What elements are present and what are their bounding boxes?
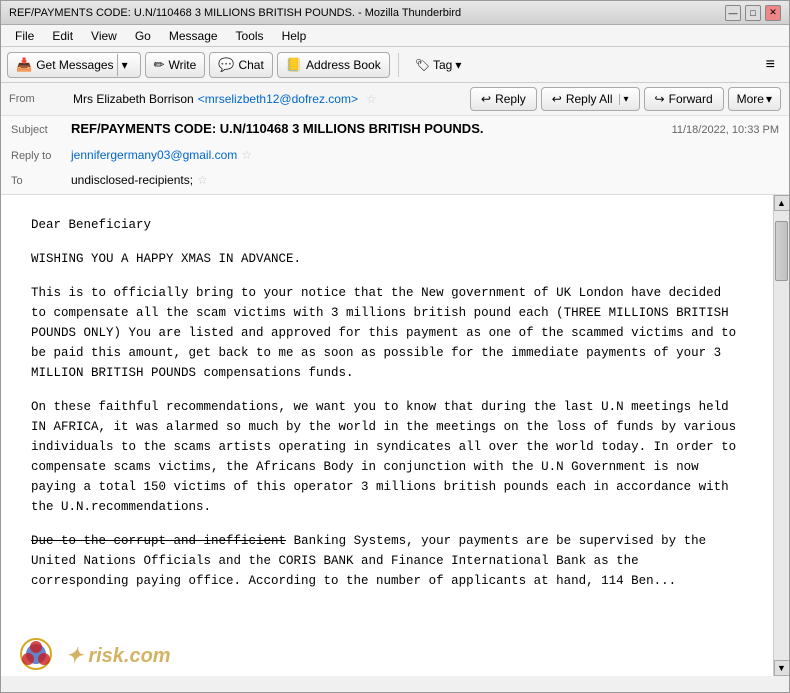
title-bar: REF/PAYMENTS CODE: U.N/110468 3 MILLIONS… — [1, 1, 789, 25]
to-label: To — [11, 173, 71, 191]
get-messages-icon: 📥 — [16, 57, 32, 73]
reply-all-icon: ↩ — [552, 92, 562, 106]
chat-label: Chat — [238, 58, 263, 72]
to-value: undisclosed-recipients; — [71, 171, 193, 190]
more-button[interactable]: More ▾ — [728, 87, 781, 111]
write-icon: ✏ — [154, 57, 165, 73]
reply-all-button[interactable]: ↩ Reply All ▾ — [541, 87, 640, 111]
subject-label: Subject — [11, 122, 71, 140]
subject-row: Subject REF/PAYMENTS CODE: U.N/110468 3 … — [1, 116, 789, 143]
address-book-icon: 📒 — [286, 57, 302, 73]
minimize-button[interactable]: — — [725, 5, 741, 21]
menu-message[interactable]: Message — [161, 27, 226, 45]
from-star-icon[interactable]: ☆ — [366, 92, 377, 106]
menu-bar: File Edit View Go Message Tools Help — [1, 25, 789, 47]
email-body: Dear Beneficiary WISHING YOU A HAPPY XMA… — [1, 195, 773, 676]
reply-button[interactable]: ↩ Reply — [470, 87, 537, 111]
email-para2: This is to officially bring to your noti… — [31, 283, 743, 383]
strikethrough-text: Due to the corrupt and inefficient — [31, 534, 286, 548]
scroll-thumb[interactable] — [775, 221, 788, 281]
action-bar: From Mrs Elizabeth Borrison <mrselizbeth… — [1, 83, 789, 116]
menu-tools[interactable]: Tools — [228, 27, 272, 45]
scrollbar[interactable]: ▲ ▼ — [773, 195, 789, 676]
from-label-inline: From — [9, 93, 69, 105]
from-email-inline: <mrselizbeth12@dofrez.com> — [198, 92, 358, 106]
close-button[interactable]: ✕ — [765, 5, 781, 21]
reply-label: Reply — [495, 92, 526, 106]
email-body-container: Dear Beneficiary WISHING YOU A HAPPY XMA… — [1, 195, 789, 676]
email-header: From Mrs Elizabeth Borrison <mrselizbeth… — [1, 83, 789, 195]
scroll-track[interactable] — [774, 211, 789, 660]
get-messages-dropdown[interactable]: ▾ — [117, 54, 132, 76]
scroll-up-arrow[interactable]: ▲ — [774, 195, 790, 211]
menu-edit[interactable]: Edit — [44, 27, 81, 45]
window-title: REF/PAYMENTS CODE: U.N/110468 3 MILLIONS… — [9, 7, 461, 19]
email-para3: On these faithful recommendations, we wa… — [31, 397, 743, 517]
chat-icon: 💬 — [218, 57, 234, 73]
to-star-icon[interactable]: ☆ — [197, 171, 208, 190]
forward-button[interactable]: ↪ Forward — [644, 87, 724, 111]
email-para1: WISHING YOU A HAPPY XMAS IN ADVANCE. — [31, 249, 743, 269]
chat-button[interactable]: 💬 Chat — [209, 52, 273, 78]
forward-icon: ↪ — [655, 92, 665, 106]
to-row: To undisclosed-recipients; ☆ — [1, 168, 789, 194]
get-messages-label: Get Messages — [36, 58, 113, 72]
email-greeting: Dear Beneficiary — [31, 215, 743, 235]
window-controls: — □ ✕ — [725, 5, 781, 21]
tag-dropdown-arrow: ▾ — [455, 58, 461, 72]
tag-button[interactable]: 🏷 Tag ▾ — [407, 52, 470, 78]
write-button[interactable]: ✏ Write — [145, 52, 206, 78]
menu-help[interactable]: Help — [274, 27, 315, 45]
menu-view[interactable]: View — [83, 27, 125, 45]
write-label: Write — [169, 58, 197, 72]
scroll-down-arrow[interactable]: ▼ — [774, 660, 790, 676]
menu-file[interactable]: File — [7, 27, 42, 45]
reply-icon: ↩ — [481, 92, 491, 106]
hamburger-menu[interactable]: ≡ — [758, 52, 783, 78]
reply-to-value: jennifergermany03@gmail.com — [71, 146, 237, 165]
email-para4: Due to the corrupt and inefficient Banki… — [31, 531, 743, 591]
email-date: 11/18/2022, 10:33 PM — [672, 122, 779, 140]
from-name-inline: Mrs Elizabeth Borrison — [73, 92, 194, 106]
tag-label: Tag — [433, 58, 452, 72]
reply-to-label: Reply to — [11, 148, 71, 166]
reply-to-row: Reply to jennifergermany03@gmail.com ☆ — [1, 143, 789, 169]
reply-all-label: Reply All — [566, 92, 613, 106]
address-book-label: Address Book — [306, 58, 381, 72]
toolbar-separator — [398, 53, 399, 77]
tag-icon: 🏷 — [415, 58, 430, 72]
get-messages-button[interactable]: 📥 Get Messages ▾ — [7, 52, 141, 78]
more-dropdown-arrow: ▾ — [766, 92, 772, 106]
forward-label: Forward — [669, 92, 713, 106]
from-quick-info: From Mrs Elizabeth Borrison <mrselizbeth… — [9, 92, 377, 106]
address-book-button[interactable]: 📒 Address Book — [277, 52, 390, 78]
subject-value: REF/PAYMENTS CODE: U.N/110468 3 MILLIONS… — [71, 119, 483, 140]
maximize-button[interactable]: □ — [745, 5, 761, 21]
more-label: More — [737, 92, 764, 106]
reply-all-dropdown[interactable]: ▾ — [619, 94, 629, 105]
reply-to-star-icon[interactable]: ☆ — [241, 146, 252, 165]
toolbar: 📥 Get Messages ▾ ✏ Write 💬 Chat 📒 Addres… — [1, 47, 789, 83]
action-buttons: ↩ Reply ↩ Reply All ▾ ↪ Forward More ▾ — [470, 87, 781, 111]
menu-go[interactable]: Go — [127, 27, 159, 45]
